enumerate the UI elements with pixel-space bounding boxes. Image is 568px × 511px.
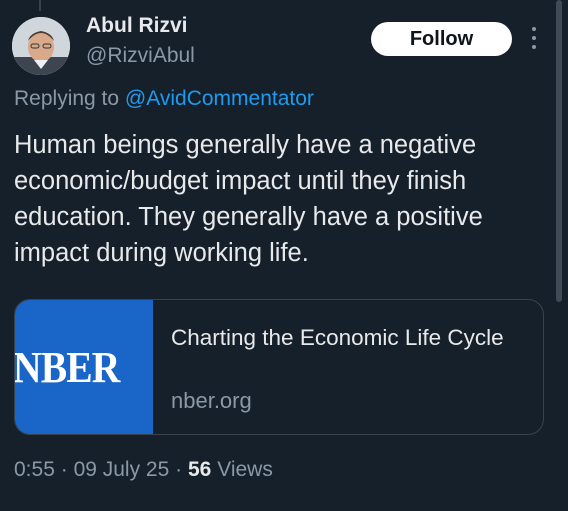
replying-to: Replying to @AvidCommentator xyxy=(14,87,314,111)
card-title: Charting the Economic Life Cycle xyxy=(171,325,504,350)
avatar[interactable] xyxy=(12,17,70,75)
tweet-date[interactable]: 09 July 25 xyxy=(74,458,170,481)
tweet-text: Human beings generally have a negative e… xyxy=(14,131,483,267)
replying-to-label: Replying to xyxy=(14,87,120,110)
reply-mention-link[interactable]: @AvidCommentator xyxy=(125,87,314,110)
meta-separator: · xyxy=(175,458,183,481)
more-vertical-icon[interactable] xyxy=(526,25,542,51)
scrollbar[interactable] xyxy=(556,0,562,302)
card-domain: nber.org xyxy=(171,388,252,413)
follow-button[interactable]: Follow xyxy=(371,22,512,56)
views-label: Views xyxy=(217,458,273,481)
thread-connector-line xyxy=(39,0,41,11)
tweet-time[interactable]: 0:55 xyxy=(14,458,55,481)
link-card[interactable]: NBER Charting the Economic Life Cycle nb… xyxy=(14,299,544,435)
author-name[interactable]: Abul Rizvi xyxy=(86,14,188,38)
meta-separator: · xyxy=(60,458,68,481)
tweet-meta: 0:55 · 09 July 25 · 56 Views xyxy=(14,458,273,482)
views-count[interactable]: 56 xyxy=(188,458,211,481)
avatar-image xyxy=(12,17,70,75)
author-handle[interactable]: @RizviAbul xyxy=(86,44,195,68)
nber-logo: NBER xyxy=(15,300,153,434)
nber-logo-text: NBER xyxy=(15,343,120,392)
